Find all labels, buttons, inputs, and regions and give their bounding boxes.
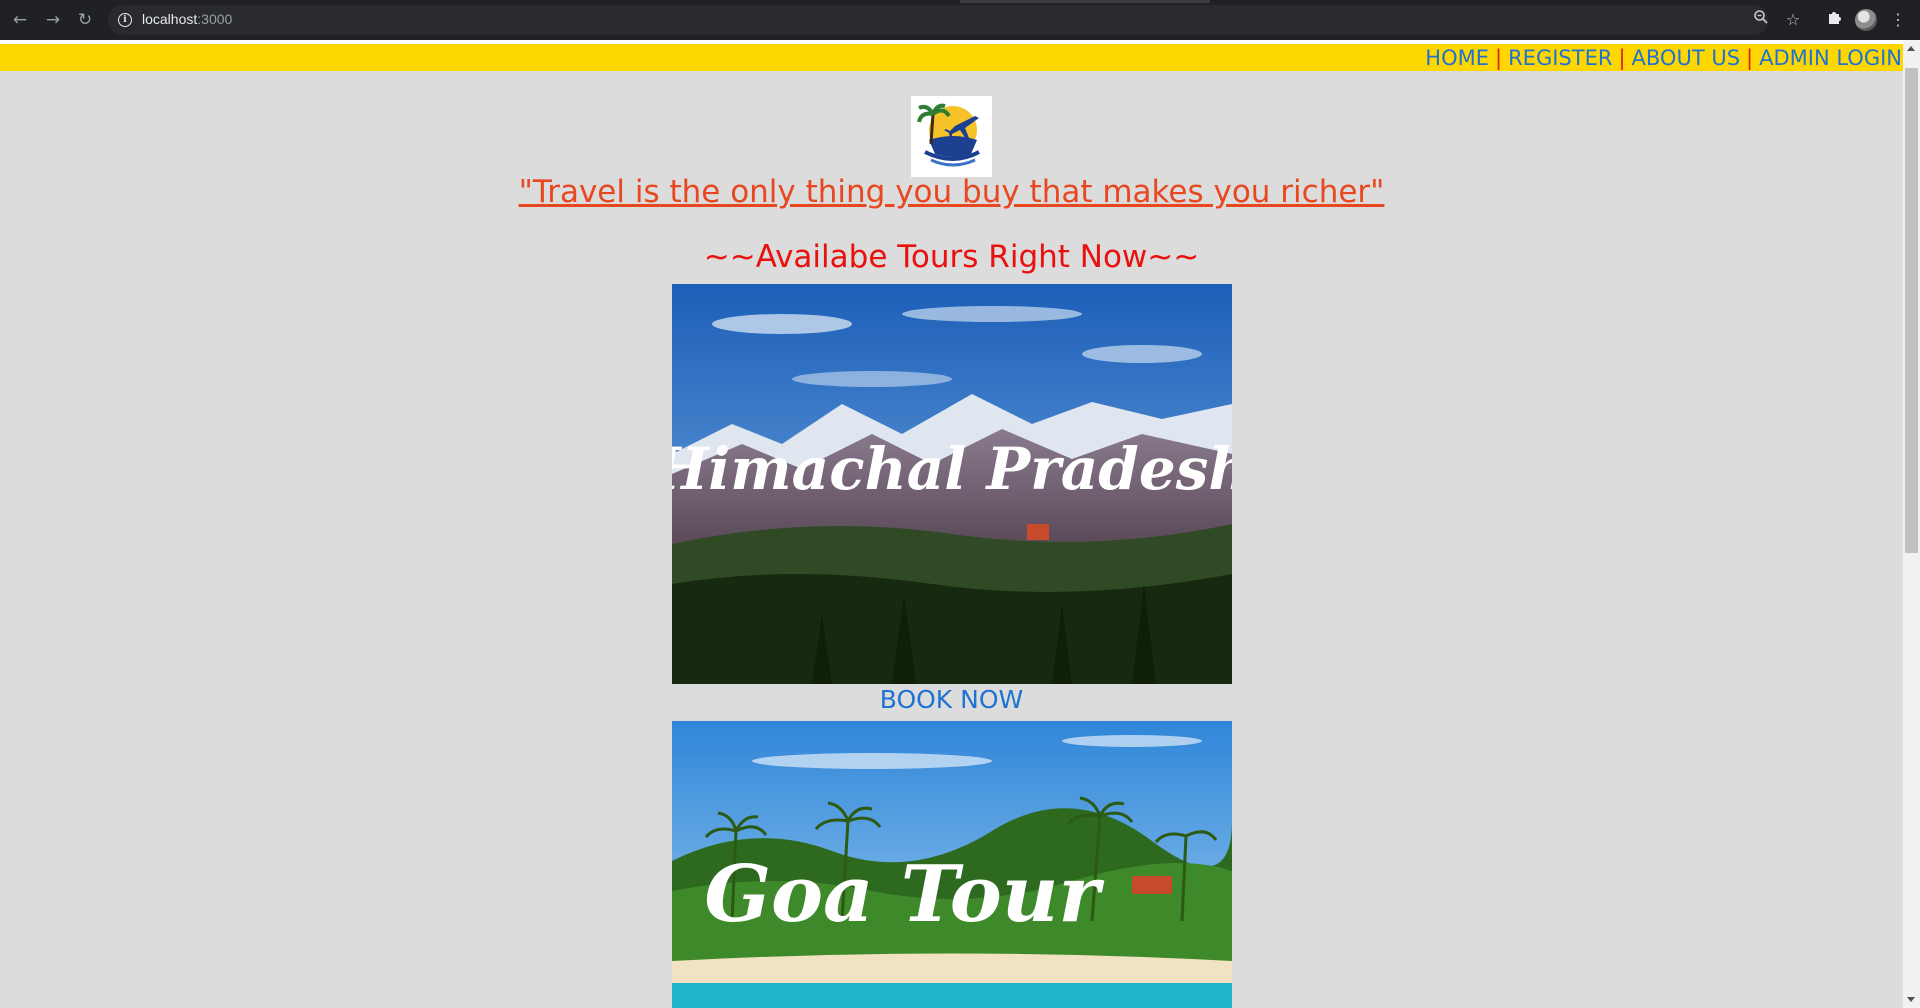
forward-arrow-icon[interactable]: → bbox=[43, 10, 63, 30]
tab-indicator bbox=[960, 0, 1210, 3]
scroll-up-icon[interactable] bbox=[1907, 46, 1915, 51]
logo-icon bbox=[911, 96, 992, 177]
profile-avatar-icon[interactable] bbox=[1855, 9, 1877, 31]
book-now-button[interactable]: BOOK NOW bbox=[0, 685, 1903, 714]
top-navbar: HOME | REGISTER | ABOUT US | ADMIN LOGIN bbox=[0, 44, 1903, 71]
nav-home-link[interactable]: HOME bbox=[1425, 46, 1489, 70]
nav-register-link[interactable]: REGISTER bbox=[1508, 46, 1612, 70]
zoom-icon[interactable] bbox=[1750, 9, 1772, 31]
url-port: :3000 bbox=[197, 11, 233, 27]
browser-toolbar: ← → ↻ i localhost:3000 ☆ ⋮ bbox=[0, 0, 1920, 40]
url-text[interactable]: localhost:3000 bbox=[142, 11, 232, 27]
address-bar[interactable]: i localhost:3000 bbox=[108, 5, 1768, 35]
scroll-thumb[interactable] bbox=[1905, 68, 1918, 553]
nav-separator: | bbox=[1746, 45, 1754, 70]
tour-image-title: Himachal Pradesh bbox=[672, 435, 1232, 503]
star-icon[interactable]: ☆ bbox=[1782, 9, 1804, 31]
tour-image-title: Goa Tour bbox=[704, 849, 1104, 940]
reload-icon[interactable]: ↻ bbox=[75, 10, 95, 30]
back-arrow-icon[interactable]: ← bbox=[10, 10, 30, 30]
info-icon[interactable]: i bbox=[118, 13, 132, 27]
url-host: localhost bbox=[142, 11, 198, 27]
nav-admin-login-link[interactable]: ADMIN LOGIN bbox=[1759, 46, 1902, 70]
quote-link[interactable]: "Travel is the only thing you buy that m… bbox=[0, 174, 1903, 210]
nav-separator: | bbox=[1495, 45, 1503, 70]
scroll-down-icon[interactable] bbox=[1907, 997, 1915, 1002]
nav-links: HOME | REGISTER | ABOUT US | ADMIN LOGIN bbox=[1425, 44, 1902, 71]
tour-image-goa[interactable]: Goa Tour bbox=[672, 721, 1232, 1008]
tour-image-himachal[interactable]: Himachal Pradesh bbox=[672, 284, 1232, 684]
tours-heading: ~~Availabe Tours Right Now~~ bbox=[703, 239, 1200, 275]
puzzle-icon[interactable] bbox=[1823, 9, 1845, 31]
nav-separator: | bbox=[1618, 45, 1626, 70]
nav-about-link[interactable]: ABOUT US bbox=[1632, 46, 1741, 70]
page-scrollbar[interactable] bbox=[1903, 40, 1920, 1008]
menu-dots-icon[interactable]: ⋮ bbox=[1887, 9, 1909, 31]
